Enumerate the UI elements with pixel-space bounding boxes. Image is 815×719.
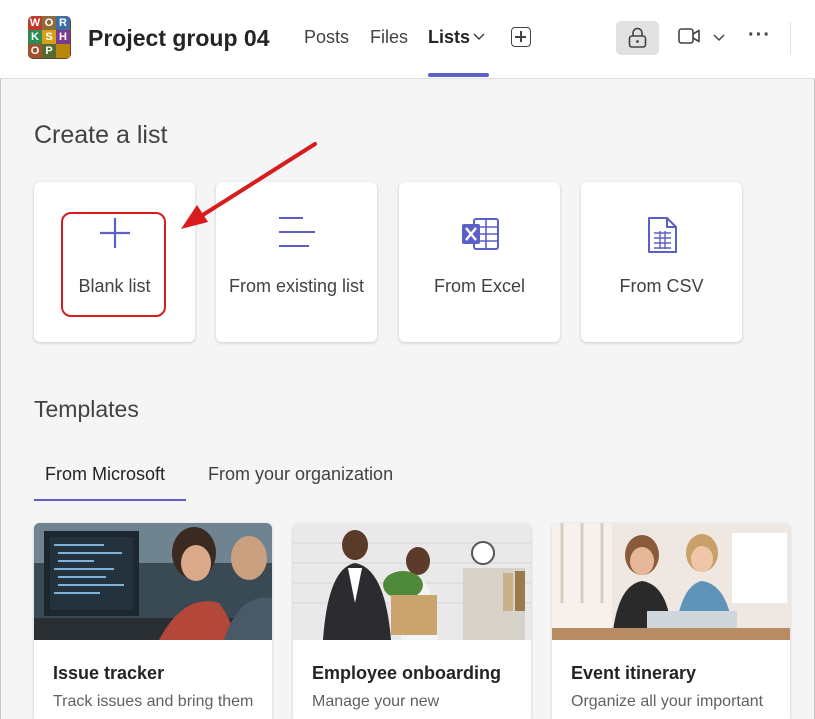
from-existing-list-card[interactable]: From existing list — [216, 182, 377, 342]
avatar-tile — [56, 44, 70, 58]
template-name: Event itinerary — [571, 663, 697, 683]
channel-header: W O R K S H O P Project group 04 Posts F… — [0, 0, 815, 79]
avatar-tile: O — [28, 44, 42, 58]
csv-icon — [647, 217, 677, 253]
event-itinerary-photo — [552, 523, 790, 640]
tab-files[interactable]: Files — [370, 27, 408, 48]
share-button[interactable] — [616, 21, 659, 55]
add-tab-icon[interactable] — [511, 27, 531, 47]
from-excel-card[interactable]: From Excel — [399, 182, 560, 342]
template-description: Track issues and bring them — [53, 693, 254, 710]
active-tab-indicator — [428, 73, 489, 77]
from-csv-card[interactable]: From CSV — [581, 182, 742, 342]
template-name: Employee onboarding — [312, 663, 502, 683]
list-lines-icon — [278, 217, 315, 247]
tab-from-microsoft[interactable]: From Microsoft — [45, 464, 165, 485]
team-title: Project group 04 — [88, 25, 270, 51]
header-divider — [790, 22, 791, 54]
excel-icon — [461, 218, 499, 250]
card-label: From CSV — [619, 276, 704, 296]
employee-onboarding-photo — [293, 523, 531, 640]
card-label: From Excel — [433, 276, 525, 296]
active-template-tab-indicator — [34, 499, 186, 501]
chevron-down-icon[interactable] — [473, 33, 485, 41]
template-card-event-itinerary[interactable]: Event itinerary Organize all your import… — [552, 523, 790, 719]
avatar-tile: H — [56, 30, 70, 44]
template-card-employee-onboarding[interactable]: Employee onboarding Manage your new — [293, 523, 531, 719]
avatar-tile: O — [42, 16, 56, 30]
card-label: From existing list — [228, 276, 365, 296]
template-name: Issue tracker — [53, 663, 165, 683]
more-options-icon[interactable]: ··· — [748, 24, 771, 47]
avatar-tile: K — [28, 30, 42, 44]
create-list-heading: Create a list — [34, 121, 168, 149]
issue-tracker-photo — [34, 523, 272, 640]
avatar-tile: P — [42, 44, 56, 58]
templates-heading: Templates — [34, 396, 139, 422]
template-card-issue-tracker[interactable]: Issue tracker Track issues and bring the… — [34, 523, 272, 719]
avatar-tile: W — [28, 16, 42, 30]
video-call-icon[interactable] — [678, 27, 701, 45]
template-description: Manage your new — [312, 693, 440, 710]
lock-icon — [628, 27, 647, 48]
template-description: Organize all your important — [571, 693, 764, 710]
team-avatar[interactable]: W O R K S H O P — [28, 16, 71, 59]
chevron-down-icon[interactable] — [713, 34, 725, 42]
tab-from-your-organization[interactable]: From your organization — [208, 464, 393, 485]
avatar-tile: R — [56, 16, 70, 30]
annotation-highlight-box — [61, 212, 166, 317]
tab-lists[interactable]: Lists — [428, 27, 470, 48]
tab-posts[interactable]: Posts — [304, 27, 349, 48]
avatar-tile: S — [42, 30, 56, 44]
